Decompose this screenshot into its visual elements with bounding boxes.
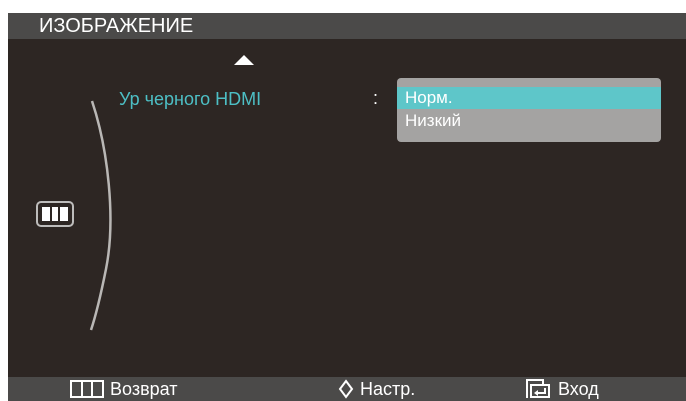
back-button[interactable]: Возврат	[70, 377, 178, 401]
menu-title: ИЗОБРАЖЕНИЕ	[39, 15, 194, 37]
scroll-up-icon[interactable]	[233, 54, 255, 66]
enter-label: Вход	[558, 379, 599, 399]
diamond-updown-icon	[338, 379, 354, 399]
label-separator: :	[373, 88, 379, 108]
footer-bar: Возврат Настр. Вход	[8, 377, 686, 401]
menu-bars-icon	[36, 201, 74, 227]
menu-header: ИЗОБРАЖЕНИЕ	[8, 13, 686, 39]
enter-button[interactable]: Вход	[526, 377, 599, 401]
option-low[interactable]: Низкий	[397, 110, 661, 132]
enter-return-icon	[526, 379, 550, 398]
black-level-dropdown[interactable]: Норм. Низкий	[397, 78, 661, 142]
hdmi-black-level-label[interactable]: Ур черного HDMI	[119, 88, 261, 110]
option-normal[interactable]: Норм.	[397, 87, 661, 109]
menu-bars-icon	[70, 380, 104, 398]
back-label: Возврат	[110, 379, 178, 399]
osd-menu-window: ИЗОБРАЖЕНИЕ Ур черного HDMI : Норм. Низк…	[8, 13, 686, 401]
adjust-button[interactable]: Настр.	[338, 377, 415, 401]
menu-arc-decoration	[89, 100, 112, 331]
adjust-label: Настр.	[360, 379, 416, 399]
